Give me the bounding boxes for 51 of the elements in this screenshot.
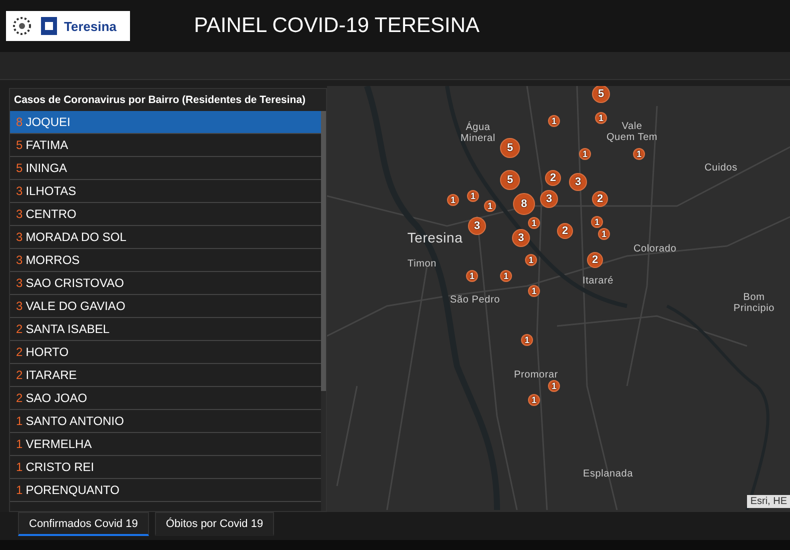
place-label: Timon <box>408 258 436 270</box>
panel-title: Casos de Coronavirus por Bairro (Residentes de Teresina) <box>10 89 326 111</box>
case-count-marker[interactable]: 1 <box>598 228 610 240</box>
case-count-marker[interactable]: 5 <box>592 86 610 103</box>
virus-icon <box>10 14 34 38</box>
case-count-marker[interactable]: 1 <box>528 394 540 406</box>
map-attribution: Esri, HE <box>747 495 790 508</box>
case-count-marker[interactable]: 1 <box>548 380 560 392</box>
tab[interactable]: Óbitos por Covid 19 <box>154 512 274 536</box>
case-count-marker[interactable]: 1 <box>579 148 591 160</box>
place-label: Água Mineral <box>460 122 496 144</box>
case-count-marker[interactable]: 1 <box>525 254 537 266</box>
coat-of-arms-icon <box>40 16 58 36</box>
case-count-marker[interactable]: 1 <box>466 270 478 282</box>
place-label: Colorado <box>634 244 676 254</box>
map[interactable]: Água Mineral Vale Quem Tem Cuidos Teresina Colorado Timon Itararé São Pedro Bom Principio Promorar Esplanada 5 1 1 5 1 1 5 2 3 1 1 1 8 3 2 3 3 1 2 1 1 1 2 1 1 1 1 1 1 Esri, HE <box>327 86 790 512</box>
case-count-marker[interactable]: 5 <box>500 170 520 190</box>
case-count-marker[interactable]: 1 <box>484 200 496 212</box>
list-item[interactable]: 8 JOQUEI <box>10 111 321 134</box>
case-count-marker[interactable]: 1 <box>591 216 603 228</box>
case-count-marker[interactable]: 3 <box>569 173 587 191</box>
place-label: Cuidos <box>704 162 738 174</box>
case-count-marker[interactable]: 5 <box>500 138 520 158</box>
place-label: Itararé <box>582 276 614 286</box>
case-count-marker[interactable]: 3 <box>512 229 530 247</box>
case-count-marker[interactable]: 1 <box>595 112 607 124</box>
case-count-marker[interactable]: 8 <box>513 193 535 215</box>
case-count-marker[interactable]: 2 <box>592 191 608 207</box>
case-count-marker[interactable]: 2 <box>545 170 561 186</box>
place-label: Vale Quem Tem <box>606 121 658 143</box>
case-count-marker[interactable]: 1 <box>467 190 479 202</box>
logo-text: Teresina <box>64 18 117 34</box>
place-label: Promorar <box>514 370 558 380</box>
case-count-marker[interactable]: 1 <box>548 115 560 127</box>
case-count-marker[interactable]: 1 <box>447 194 459 206</box>
place-label: São Pedro <box>450 294 500 306</box>
page-title: PAINEL COVID-19 TERESINA <box>194 14 480 38</box>
case-count-marker[interactable]: 3 <box>540 190 558 208</box>
case-count-marker[interactable]: 2 <box>587 252 603 268</box>
place-label: Teresina <box>407 232 463 244</box>
case-count-marker[interactable]: 1 <box>500 270 512 282</box>
case-count-marker[interactable]: 1 <box>528 217 540 229</box>
place-label: Esplanada <box>583 468 633 480</box>
tab[interactable]: Confirmados Covid 19 <box>18 512 149 536</box>
case-count-marker[interactable]: 1 <box>521 334 533 346</box>
case-count-marker[interactable]: 1 <box>633 148 645 160</box>
place-label: Bom Principio <box>733 292 775 314</box>
case-count-marker[interactable]: 1 <box>528 285 540 297</box>
scrollbar[interactable] <box>321 111 326 511</box>
case-count-marker[interactable]: 2 <box>557 223 573 239</box>
case-count-marker[interactable]: 3 <box>468 217 486 235</box>
